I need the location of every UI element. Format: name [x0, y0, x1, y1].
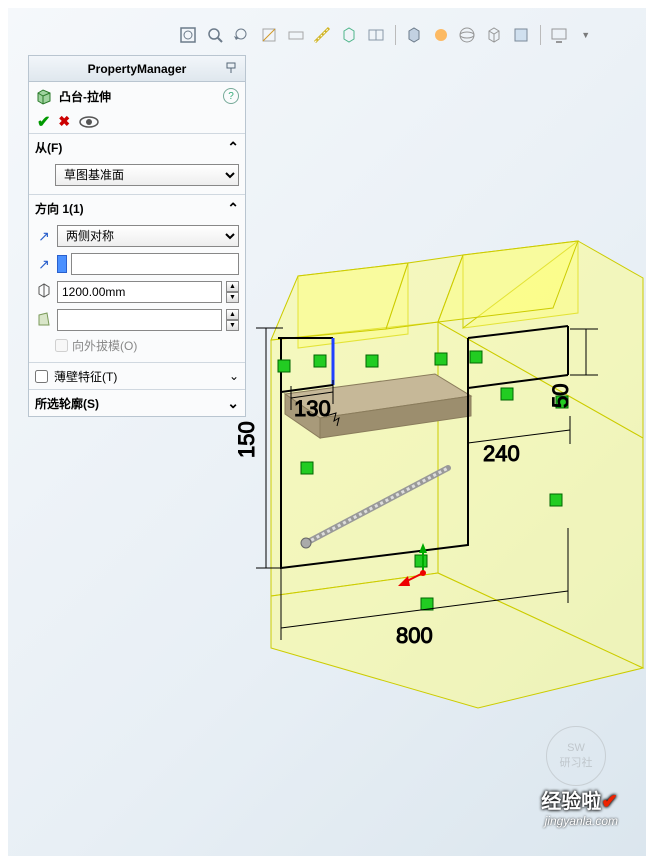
- dropdown-icon[interactable]: ▼: [575, 24, 596, 46]
- thin-feature-row[interactable]: 薄壁特征(T) ⌄: [29, 363, 245, 389]
- cancel-icon[interactable]: ✖: [58, 113, 70, 130]
- direction1-section: 方向 1(1) ⌃ ↗ 两侧对称 ↗: [29, 195, 245, 363]
- zoom-fit-icon[interactable]: [178, 24, 199, 46]
- thin-feature-checkbox[interactable]: [35, 370, 48, 383]
- pm-title-label: PropertyManager: [88, 62, 187, 76]
- draft-outward-checkbox: [55, 339, 68, 352]
- spin-down[interactable]: ▼: [226, 292, 239, 303]
- selected-contours-label: 所选轮廓(S): [35, 395, 99, 412]
- selected-contours-section: 所选轮廓(S) ⌄: [29, 390, 245, 416]
- shaded-edges-icon[interactable]: [403, 24, 424, 46]
- reverse-direction-icon[interactable]: ↗: [35, 227, 53, 245]
- end-condition-row: ↗ 两侧对称: [35, 225, 239, 247]
- chevron-down-icon: ⌄: [227, 395, 239, 412]
- spin-up[interactable]: ▲: [226, 281, 239, 292]
- spin-up[interactable]: ▲: [226, 309, 239, 320]
- prev-view-icon[interactable]: [232, 24, 253, 46]
- thin-feature-section: 薄壁特征(T) ⌄: [29, 363, 245, 390]
- direction1-header[interactable]: 方向 1(1) ⌃: [29, 195, 245, 221]
- section-view-icon[interactable]: [258, 24, 279, 46]
- draft-outward-label: 向外拔模(O): [72, 337, 137, 354]
- view-toolbar: ▼: [178, 22, 596, 48]
- depth-field[interactable]: [57, 281, 222, 303]
- watermark-text: 经验啦: [541, 791, 601, 813]
- toolbar-separator: [395, 25, 396, 45]
- direction1-label: 方向 1(1): [35, 200, 84, 217]
- dim-240[interactable]: 240: [483, 441, 520, 466]
- depth-spinner[interactable]: ▲▼: [226, 281, 239, 303]
- draft-spinner[interactable]: ▲▼: [226, 309, 239, 331]
- draft-row: ▲▼: [35, 309, 239, 331]
- dim-800[interactable]: 800: [396, 623, 433, 648]
- detailed-preview-icon[interactable]: [78, 115, 98, 129]
- dim-50[interactable]: 50: [548, 384, 573, 408]
- draft-angle-field[interactable]: [57, 309, 222, 331]
- feature-header: 凸台-拉伸 ?: [29, 82, 245, 110]
- dyn-section-icon[interactable]: [285, 24, 306, 46]
- dim-130[interactable]: 130: [294, 396, 331, 421]
- display-style-icon[interactable]: [339, 24, 360, 46]
- feature-title: 凸台-拉伸: [59, 88, 217, 105]
- thin-feature-label: 薄壁特征(T): [54, 368, 117, 385]
- sw-badge-line1: SW: [567, 742, 585, 754]
- direction-arrow-icon[interactable]: ↗: [35, 255, 53, 273]
- draft-icon[interactable]: [35, 311, 53, 329]
- property-manager-title: PropertyManager: [29, 56, 245, 82]
- end-condition-select[interactable]: 两侧对称: [57, 225, 239, 247]
- direction1-body: ↗ 两侧对称 ↗ ▲▼: [29, 221, 245, 362]
- confirm-row: ✔ ✖: [29, 110, 245, 134]
- zoom-area-icon[interactable]: [205, 24, 226, 46]
- direction-vector-field[interactable]: [71, 253, 239, 275]
- canvas-area: 130 150 240 50 800: [8, 8, 646, 856]
- property-manager-panel: PropertyManager 凸台-拉伸 ? ✔ ✖ 从(F) ⌃ 草图基准面: [28, 55, 246, 417]
- toolbar-separator: [540, 25, 541, 45]
- end-condition-combo[interactable]: 两侧对称: [57, 225, 239, 247]
- sw-badge-line2: 研习社: [560, 754, 593, 770]
- ok-icon[interactable]: ✔: [37, 112, 50, 132]
- sw-badge: SW 研习社: [546, 726, 606, 786]
- direction-vector-row: ↗: [35, 253, 239, 275]
- from-section: 从(F) ⌃ 草图基准面: [29, 134, 245, 195]
- depth-row: ▲▼: [35, 281, 239, 303]
- from-combo[interactable]: 草图基准面: [55, 164, 239, 186]
- watermark: 经验啦✔ jingyanla.com: [541, 785, 618, 828]
- pin-icon[interactable]: [223, 60, 239, 76]
- compare-icon[interactable]: [366, 24, 387, 46]
- monitor-icon[interactable]: [548, 24, 569, 46]
- display-pane-icon[interactable]: [511, 24, 532, 46]
- depth-icon: [35, 283, 53, 301]
- check-icon: ✔: [601, 791, 618, 813]
- boss-extrude-icon: [35, 87, 53, 105]
- from-label: 从(F): [35, 139, 62, 156]
- spin-down[interactable]: ▼: [226, 320, 239, 331]
- measure-icon[interactable]: [312, 24, 333, 46]
- from-header[interactable]: 从(F) ⌃: [29, 134, 245, 160]
- render-icon[interactable]: [430, 24, 451, 46]
- help-icon[interactable]: ?: [223, 88, 239, 104]
- watermark-url: jingyanla.com: [541, 814, 618, 828]
- from-body: 草图基准面: [29, 160, 245, 194]
- draft-outward-row: 向外拔模(O): [35, 337, 239, 354]
- chevron-up-icon: ⌃: [227, 139, 239, 156]
- chevron-up-icon: ⌃: [227, 200, 239, 217]
- dim-150[interactable]: 150: [234, 421, 259, 458]
- view-cube-icon[interactable]: [484, 24, 505, 46]
- from-select[interactable]: 草图基准面: [55, 164, 239, 186]
- scene-icon[interactable]: [457, 24, 478, 46]
- direction-selection[interactable]: [57, 255, 67, 273]
- selected-contours-header[interactable]: 所选轮廓(S) ⌄: [29, 390, 245, 416]
- chevron-down-icon: ⌄: [229, 369, 239, 383]
